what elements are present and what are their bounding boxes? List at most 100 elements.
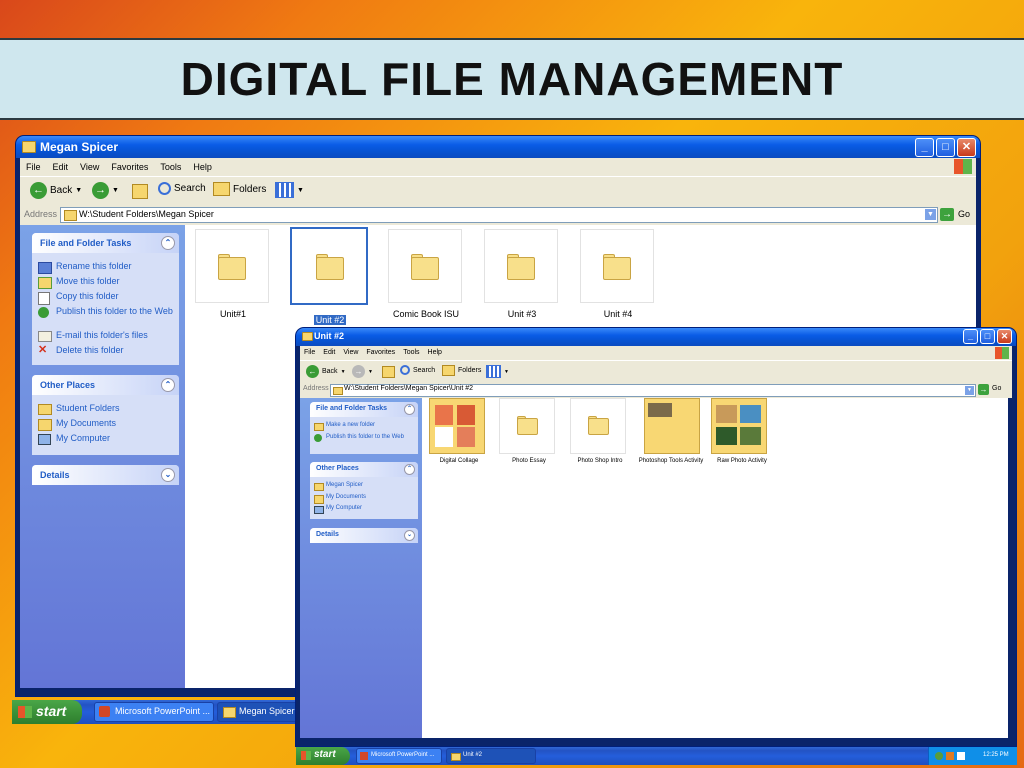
menu-help[interactable]: Help (193, 158, 212, 176)
task-publish[interactable]: Publish this folder to the Web (314, 433, 410, 442)
views-icon (275, 182, 294, 198)
taskbar-button-megan-spicer[interactable]: Megan Spicer (217, 702, 303, 722)
panel-title: Details (316, 531, 339, 538)
collapse-icon[interactable]: ⌃ (404, 404, 415, 415)
menu-tools[interactable]: Tools (403, 346, 419, 360)
menu-favorites[interactable]: Favorites (111, 158, 148, 176)
menu-view[interactable]: View (343, 346, 358, 360)
folders-icon (213, 182, 230, 196)
folder-thumbnail (580, 229, 654, 303)
title-bar[interactable]: Unit #2 _ □ ✕ (296, 328, 1016, 346)
close-button[interactable]: ✕ (997, 329, 1012, 344)
menu-file[interactable]: File (26, 158, 41, 176)
folder-item-selected[interactable]: Unit #2 (290, 227, 370, 328)
place-my-computer[interactable]: My Computer (314, 505, 416, 514)
explorer-window-unit-2[interactable]: Unit #2 _ □ ✕ File Edit View Favorites Tools He… (296, 328, 1016, 746)
clock[interactable]: 12:25 PM (983, 752, 1009, 758)
folder-item[interactable]: Photo Shop Intro (570, 398, 630, 464)
folder-icon (411, 257, 439, 280)
taskbar-button-unit-2[interactable]: Unit #2 (446, 748, 536, 764)
folder-item[interactable]: Digital Collage (429, 398, 489, 464)
views-button[interactable]: ▼ (275, 182, 304, 198)
folder-item[interactable]: Comic Book ISU (388, 229, 464, 319)
tray-icon[interactable] (957, 752, 965, 760)
address-input[interactable]: W:\Student Folders\Megan Spicer ▼ (60, 207, 938, 223)
task-copy[interactable]: Copy this folder (38, 291, 176, 305)
tray-icon[interactable] (946, 752, 954, 760)
folder-item[interactable]: Raw Photo Activity (711, 398, 773, 464)
maximize-button[interactable]: □ (980, 329, 995, 344)
forward-button[interactable]: → ▼ (352, 365, 373, 378)
panel-header[interactable]: Other Places ⌃ (310, 462, 418, 477)
task-publish[interactable]: Publish this folder to the Web (38, 306, 176, 318)
address-dropdown-icon[interactable]: ▼ (965, 386, 974, 395)
address-input[interactable]: W:\Student Folders\Megan Spicer\Unit #2 … (330, 384, 976, 397)
taskbar-button-label: Microsoft PowerPoint ... (371, 752, 435, 758)
go-label[interactable]: Go (992, 385, 1001, 392)
maximize-button[interactable]: □ (936, 138, 955, 157)
taskbar-button-powerpoint[interactable]: Microsoft PowerPoint ... (356, 748, 442, 764)
task-label: Publish this folder to the Web (326, 434, 404, 440)
menu-tools[interactable]: Tools (160, 158, 181, 176)
menu-view[interactable]: View (80, 158, 99, 176)
place-student-folders[interactable]: Student Folders (38, 403, 176, 415)
panel-header[interactable]: File and Folder Tasks ⌃ (310, 402, 418, 417)
folder-thumbnail (388, 229, 462, 303)
task-new-folder[interactable]: Make a new folder (314, 422, 416, 431)
minimize-button[interactable]: _ (915, 138, 934, 157)
address-dropdown-icon[interactable]: ▼ (925, 209, 936, 220)
expand-icon[interactable]: ⌄ (161, 468, 175, 482)
panel-header[interactable]: Other Places ⌃ (32, 375, 179, 395)
title-bar[interactable]: Megan Spicer _ □ ✕ (16, 136, 980, 158)
collapse-icon[interactable]: ⌃ (161, 236, 175, 250)
up-folder-icon[interactable] (382, 366, 395, 378)
go-button[interactable]: → (940, 208, 954, 221)
close-button[interactable]: ✕ (957, 138, 976, 157)
taskbar-button-powerpoint[interactable]: Microsoft PowerPoint ... (94, 702, 214, 722)
minimize-button[interactable]: _ (963, 329, 978, 344)
go-button[interactable]: → (978, 384, 989, 395)
back-button[interactable]: ← Back ▼ (30, 182, 82, 199)
start-button[interactable]: start (12, 700, 82, 724)
collapse-icon[interactable]: ⌃ (161, 378, 175, 392)
panel-header[interactable]: File and Folder Tasks ⌃ (32, 233, 179, 253)
tray-icon[interactable] (935, 752, 943, 760)
menu-edit[interactable]: Edit (53, 158, 69, 176)
menu-help[interactable]: Help (428, 346, 442, 360)
window-title: Megan Spicer (40, 140, 119, 154)
folder-item[interactable]: Unit #4 (580, 229, 656, 319)
place-my-computer[interactable]: My Computer (38, 433, 176, 445)
task-move[interactable]: Move this folder (38, 276, 176, 289)
go-label[interactable]: Go (958, 209, 970, 219)
place-my-documents[interactable]: My Documents (38, 418, 176, 431)
up-folder-icon[interactable] (132, 184, 148, 199)
collapse-icon[interactable]: ⌃ (404, 464, 415, 475)
search-button[interactable]: Search (158, 182, 206, 195)
task-rename[interactable]: Rename this folder (38, 261, 176, 274)
menu-favorites[interactable]: Favorites (366, 346, 395, 360)
menu-file[interactable]: File (304, 346, 315, 360)
views-button[interactable]: ▼ (486, 365, 509, 378)
folder-item[interactable]: Photoshop Tools Activity (633, 398, 709, 464)
search-button[interactable]: Search (400, 365, 435, 375)
file-view[interactable]: Digital Collage Photo Essay Photo Shop I… (422, 398, 1008, 738)
folder-item[interactable]: Photo Essay (499, 398, 559, 464)
task-email[interactable]: E-mail this folder's files (38, 330, 181, 342)
panel-header[interactable]: Details ⌄ (32, 465, 179, 485)
expand-icon[interactable]: ⌄ (404, 530, 415, 541)
folders-button[interactable]: Folders (442, 365, 481, 376)
panel-header[interactable]: Details ⌄ (310, 528, 418, 543)
place-my-documents[interactable]: My Documents (314, 494, 416, 504)
folder-item[interactable]: Unit #3 (484, 229, 560, 319)
menu-edit[interactable]: Edit (323, 346, 335, 360)
folder-item[interactable]: Unit#1 (195, 229, 271, 319)
back-arrow-icon: ← (306, 365, 319, 378)
email-icon (38, 331, 52, 342)
back-button[interactable]: ← Back ▼ (306, 365, 346, 378)
start-button[interactable]: start (296, 747, 350, 765)
forward-button[interactable]: → ▼ (92, 182, 119, 199)
folders-icon (442, 365, 455, 376)
folders-button[interactable]: Folders (213, 182, 266, 196)
task-delete[interactable]: ✕ Delete this folder (38, 344, 176, 356)
place-megan-spicer[interactable]: Megan Spicer (314, 482, 416, 491)
